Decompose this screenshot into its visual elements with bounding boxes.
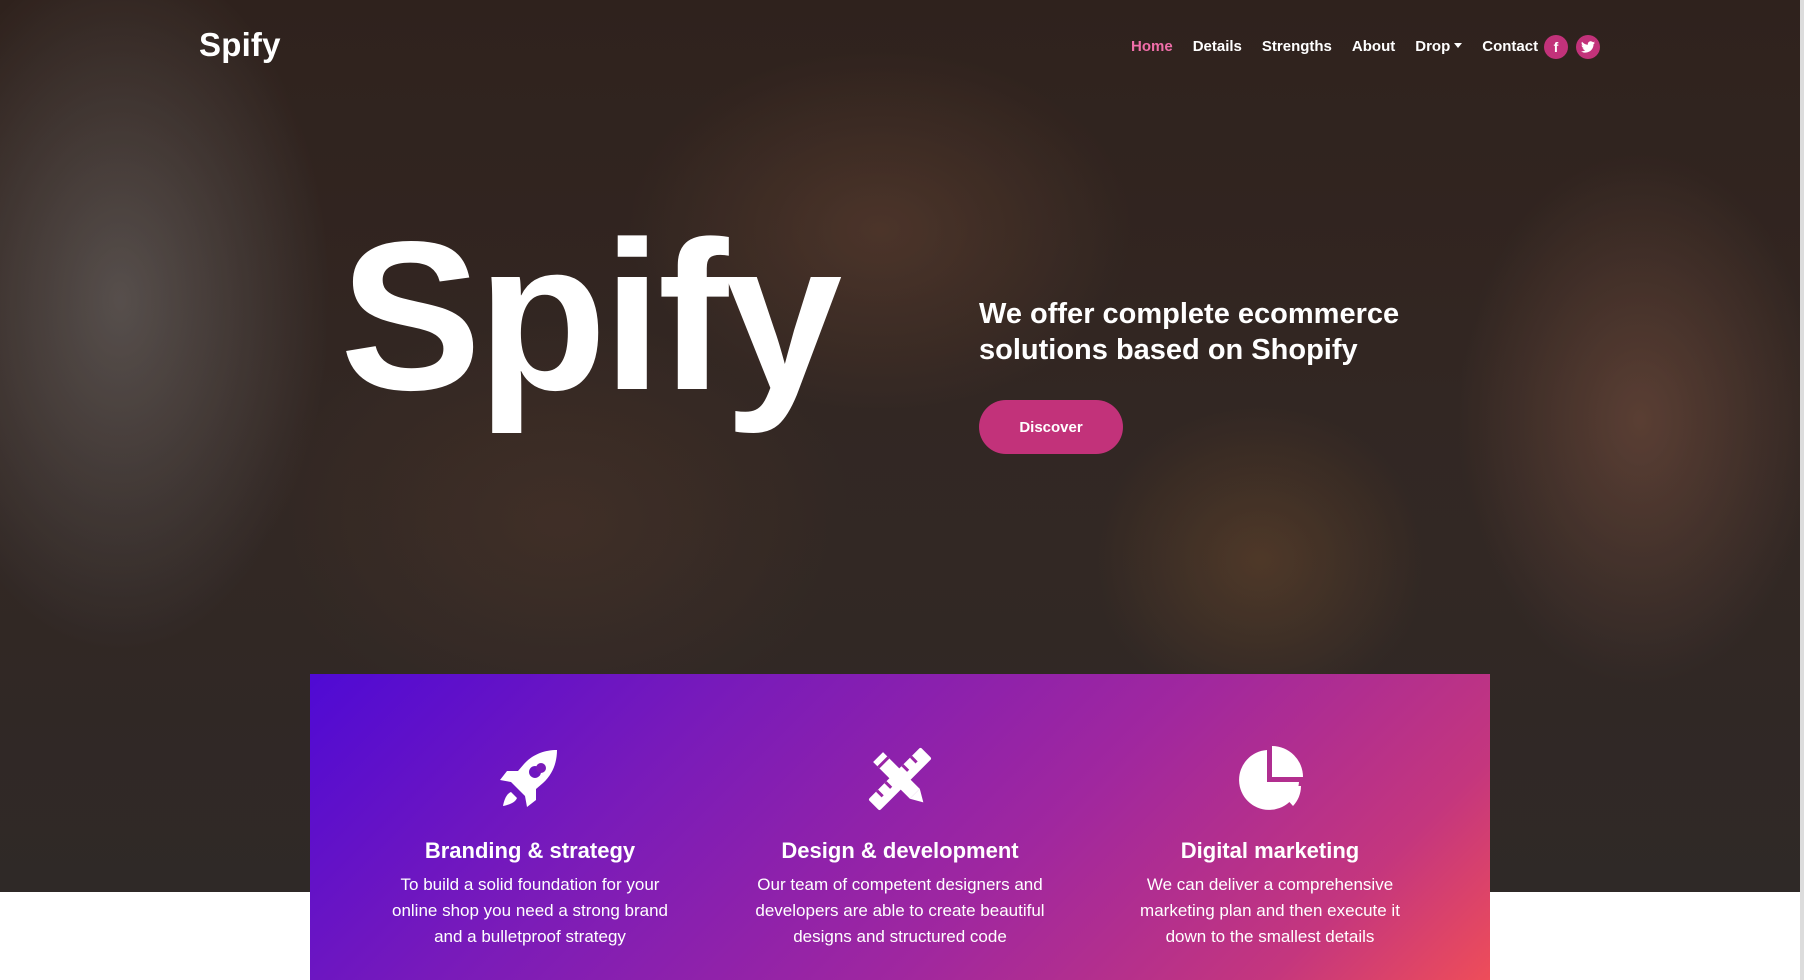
rocket-icon <box>500 750 557 807</box>
nav-links: Home Details Strengths About Drop Contac… <box>1131 38 1558 55</box>
feature-description: We can deliver a comprehensive marketing… <box>1140 875 1400 946</box>
navbar: Spify Home Details Strengths About Drop … <box>0 0 1804 95</box>
facebook-icon[interactable]: f <box>1544 35 1568 59</box>
pie-chart-icon <box>1239 746 1303 810</box>
feature-title: Design & development <box>781 838 1019 863</box>
nav-dropdown-label: Drop <box>1415 38 1451 55</box>
caret-down-icon <box>1454 42 1463 48</box>
twitter-icon[interactable] <box>1576 35 1600 59</box>
nav-link-about[interactable]: About <box>1352 38 1395 55</box>
scrollbar[interactable] <box>1800 0 1804 980</box>
hero-title: Spify <box>340 197 842 434</box>
features-panel: Branding & strategy To build a solid fou… <box>310 674 1490 980</box>
brand-logo[interactable]: Spify <box>199 26 281 64</box>
feature-title: Digital marketing <box>1180 838 1360 863</box>
twitter-bird-icon <box>1581 41 1595 53</box>
feature-description: Our team of competent designers and deve… <box>755 875 1045 946</box>
nav-link-details[interactable]: Details <box>1193 38 1242 55</box>
discover-button[interactable]: Discover <box>979 400 1123 454</box>
feature-title: Branding & strategy <box>424 838 636 863</box>
nav-dropdown-drop[interactable]: Drop <box>1415 38 1463 55</box>
pencil-ruler-icon <box>869 748 931 810</box>
hero-tagline: We offer complete ecommerce solutions ba… <box>979 298 1400 366</box>
nav-link-strengths[interactable]: Strengths <box>1262 38 1332 55</box>
feature-description: To build a solid foundation for your onl… <box>392 875 668 946</box>
nav-link-home[interactable]: Home <box>1131 38 1173 55</box>
nav-link-contact[interactable]: Contact <box>1482 38 1538 55</box>
